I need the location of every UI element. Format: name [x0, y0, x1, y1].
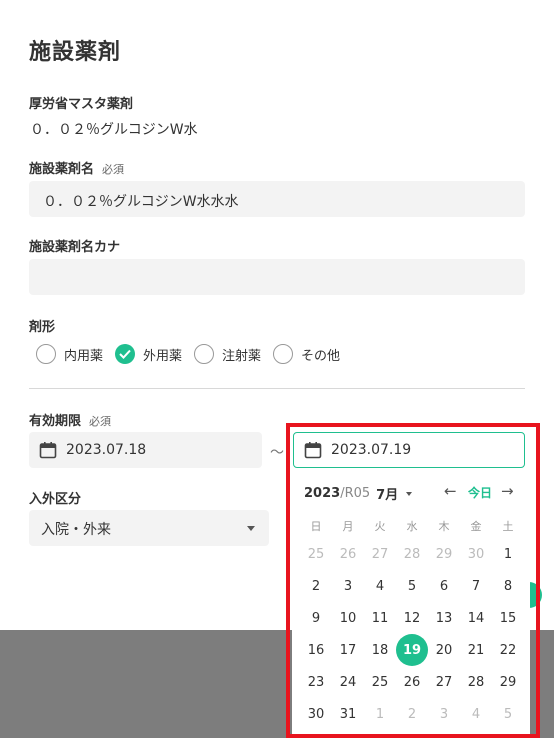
radio-label: その他 — [301, 348, 341, 364]
radio-unchecked-icon — [36, 344, 56, 364]
radio-label: 注射薬 — [222, 348, 262, 364]
expiry-start-input[interactable]: 2023.07.18 — [29, 432, 262, 468]
name-label-text: 施設薬剤名 — [29, 162, 95, 177]
radio-unchecked-icon — [194, 344, 215, 364]
chevron-down-icon — [247, 526, 255, 531]
page-title: 施設薬剤 — [29, 40, 122, 65]
radio-label: 内用薬 — [64, 348, 104, 364]
inout-label: 入外区分 — [29, 492, 82, 507]
required-tag: 必須 — [89, 415, 112, 428]
radio-unchecked-icon — [273, 344, 294, 364]
master-value: ０．０２％グルコジンW水 — [30, 122, 198, 138]
divider — [29, 388, 525, 389]
radio-other[interactable]: その他 — [273, 344, 340, 364]
drug-name-input[interactable]: ０．０２％グルコジンW水水水 — [29, 181, 525, 217]
highlight-box — [286, 423, 540, 738]
radio-checked-icon — [115, 344, 136, 364]
range-separator: 〜 — [270, 445, 284, 461]
radio-external[interactable]: 外用薬 — [115, 344, 182, 364]
form-label: 剤形 — [29, 320, 56, 335]
master-label: 厚労省マスタ薬剤 — [29, 97, 134, 112]
radio-label: 外用薬 — [143, 348, 183, 364]
inout-value: 入院・外来 — [41, 522, 111, 538]
drug-kana-input[interactable] — [29, 259, 525, 295]
radio-oral[interactable]: 内用薬 — [36, 344, 103, 364]
expiry-start-value: 2023.07.18 — [66, 442, 147, 458]
expiry-label: 有効期限 必須 — [29, 410, 111, 429]
kana-label: 施設薬剤名カナ — [29, 240, 121, 255]
inout-select[interactable]: 入院・外来 — [29, 510, 269, 546]
name-label: 施設薬剤名 必須 — [29, 158, 124, 177]
form-radio-group: 内用薬 外用薬 注射薬 その他 — [36, 344, 352, 364]
required-tag: 必須 — [102, 163, 125, 176]
calendar-icon — [39, 441, 57, 459]
radio-injection[interactable]: 注射薬 — [194, 344, 261, 364]
expiry-label-text: 有効期限 — [29, 414, 82, 429]
